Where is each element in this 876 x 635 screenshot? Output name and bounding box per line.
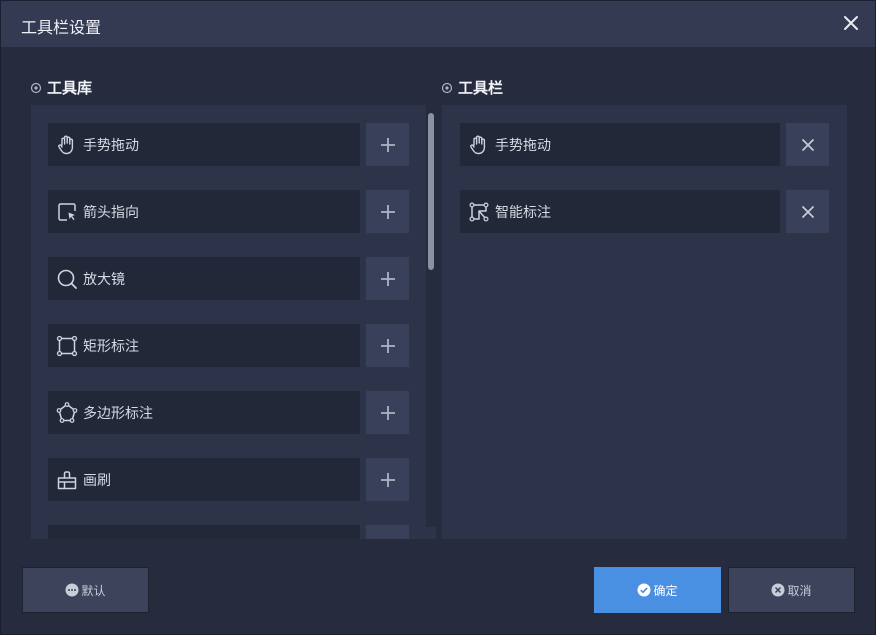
toolbar-item-label: 智能标注 xyxy=(495,204,551,221)
dialog-title: 工具栏设置 xyxy=(21,18,102,37)
hand-icon xyxy=(58,135,74,154)
library-section-title: 工具库 xyxy=(30,77,92,98)
add-tool-button[interactable] xyxy=(366,458,409,501)
library-item-box[interactable]: 放大镜 xyxy=(48,257,360,300)
close-icon xyxy=(801,138,814,151)
ok-button[interactable]: 确定 xyxy=(594,567,721,613)
close-icon xyxy=(844,16,858,30)
ok-button-label: 确定 xyxy=(653,583,678,598)
toolbar-panel: 手势拖动 智能标注 xyxy=(442,105,847,539)
library-item-label: 画刷 xyxy=(83,472,111,489)
toolbar-item-label: 手势拖动 xyxy=(495,137,551,154)
library-item-box[interactable]: 画刷 xyxy=(48,458,360,501)
add-tool-button[interactable] xyxy=(366,257,409,300)
library-item-label: 矩形标注 xyxy=(83,338,139,355)
library-item-box[interactable]: 手势拖动 xyxy=(48,123,360,166)
plus-icon xyxy=(380,204,395,219)
add-tool-button[interactable] xyxy=(366,123,409,166)
partial-item-icon xyxy=(55,535,79,540)
add-tool-button[interactable] xyxy=(366,525,409,539)
library-item-label: 箭头指向 xyxy=(83,204,139,221)
add-tool-button[interactable] xyxy=(366,190,409,233)
plus-icon xyxy=(380,271,395,286)
polygon-annotation-icon xyxy=(56,401,78,423)
toolbar-item-box[interactable]: 手势拖动 xyxy=(460,123,780,166)
close-icon xyxy=(801,205,814,218)
add-tool-button[interactable] xyxy=(366,324,409,367)
library-item-box[interactable] xyxy=(48,525,360,539)
library-item-box[interactable]: 多边形标注 xyxy=(48,391,360,434)
library-item-label: 多边形标注 xyxy=(83,405,153,422)
radio-dot-icon xyxy=(30,82,42,93)
toolbar-item-box[interactable]: 智能标注 xyxy=(460,190,780,233)
tool-library-panel: 手势拖动 箭头指向 放大镜 矩形标注 多边形标注 画刷 xyxy=(31,105,436,539)
library-title: 工具库 xyxy=(47,79,93,97)
library-scrollbar-thumb[interactable] xyxy=(428,113,434,270)
plus-icon xyxy=(380,137,395,152)
plus-icon xyxy=(380,472,395,487)
title-bar: 工具栏设置 xyxy=(1,1,875,47)
toolbar-title: 工具栏 xyxy=(458,79,504,97)
hand-icon xyxy=(470,135,486,154)
cancel-button[interactable]: 取消 xyxy=(728,567,855,613)
toolbar-section-title: 工具栏 xyxy=(441,77,503,98)
library-item-box[interactable]: 箭头指向 xyxy=(48,190,360,233)
library-item-box[interactable]: 矩形标注 xyxy=(48,324,360,367)
arrow-pointer-icon xyxy=(58,202,76,221)
add-tool-button[interactable] xyxy=(366,391,409,434)
cancel-circle-icon xyxy=(771,583,785,597)
brush-icon xyxy=(57,470,77,489)
toolbar-settings-dialog: 工具栏设置 工具库 手势拖动 箭头指向 放大镜 矩形标注 多边形标注 画刷 工具… xyxy=(0,0,876,635)
plus-icon xyxy=(380,338,395,353)
remove-tool-button[interactable] xyxy=(786,190,829,233)
more-dots-icon xyxy=(65,583,79,597)
radio-dot-icon xyxy=(441,82,453,93)
default-button[interactable]: 默认 xyxy=(22,567,149,613)
plus-icon xyxy=(380,405,395,420)
close-button[interactable] xyxy=(841,13,861,33)
cancel-button-label: 取消 xyxy=(787,583,812,598)
default-button-label: 默认 xyxy=(81,583,106,598)
library-item-label: 手势拖动 xyxy=(83,137,139,154)
remove-tool-button[interactable] xyxy=(786,123,829,166)
magnifier-icon xyxy=(57,269,77,289)
smart-annotation-icon xyxy=(469,201,489,222)
library-item-label: 放大镜 xyxy=(83,271,125,288)
plus-icon xyxy=(380,539,396,540)
check-circle-icon xyxy=(637,583,651,597)
rectangle-annotation-icon xyxy=(56,335,78,356)
